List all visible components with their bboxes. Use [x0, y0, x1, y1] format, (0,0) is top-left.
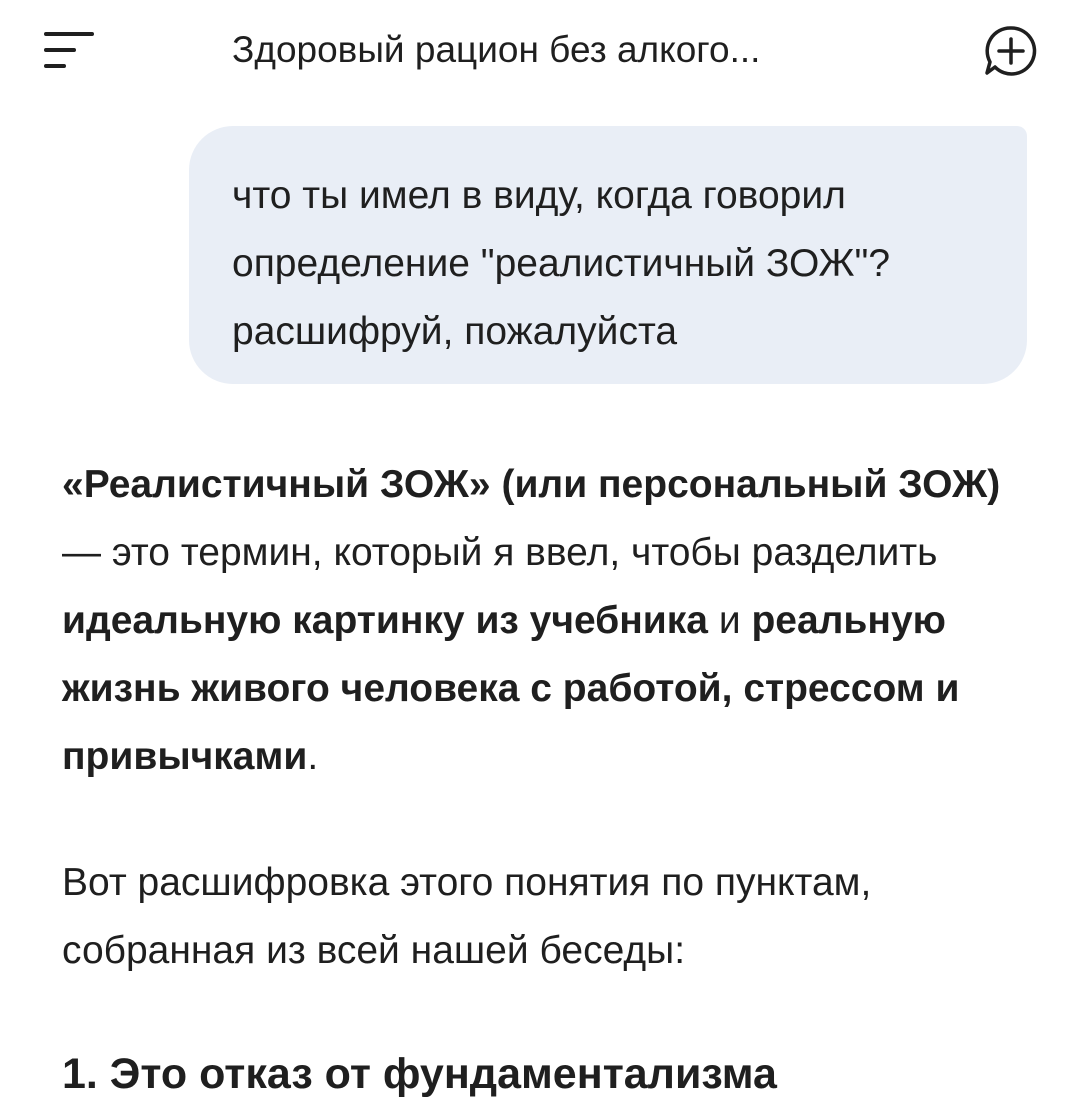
- new-chat-icon: [985, 26, 1037, 76]
- response-text: — это термин, который я ввел, чтобы разд…: [62, 531, 938, 574]
- assistant-response: «Реалистичный ЗОЖ» (или персональный ЗОЖ…: [62, 451, 1022, 791]
- bold-phrase: идеальную картинку из учебника: [62, 599, 708, 642]
- user-message-line: что ты имел в виду, когда говорил: [232, 174, 846, 217]
- bold-term: «Реалистичный ЗОЖ» (или персональный ЗОЖ…: [62, 463, 1001, 506]
- response-text: .: [307, 735, 319, 778]
- user-message-line: определение "реалистичный ЗОЖ"?: [232, 242, 891, 285]
- response-text: и: [707, 599, 752, 642]
- menu-icon: [44, 32, 94, 68]
- response-paragraph: «Реалистичный ЗОЖ» (или персональный ЗОЖ…: [62, 451, 1022, 791]
- top-bar: Здоровый рацион без алкого...: [0, 0, 1080, 100]
- user-message-line: расшифруй, пожалуйста: [232, 310, 678, 353]
- chat-title[interactable]: Здоровый рацион без алкого...: [232, 26, 872, 74]
- user-message-bubble[interactable]: что ты имел в виду, когда говорил опреде…: [189, 126, 1027, 384]
- section-heading: 1. Это отказ от фундаментализма: [62, 1050, 777, 1098]
- menu-button[interactable]: [40, 25, 100, 85]
- new-chat-button[interactable]: [978, 18, 1044, 84]
- response-paragraph: Вот расшифровка этого понятия по пунктам…: [62, 861, 872, 972]
